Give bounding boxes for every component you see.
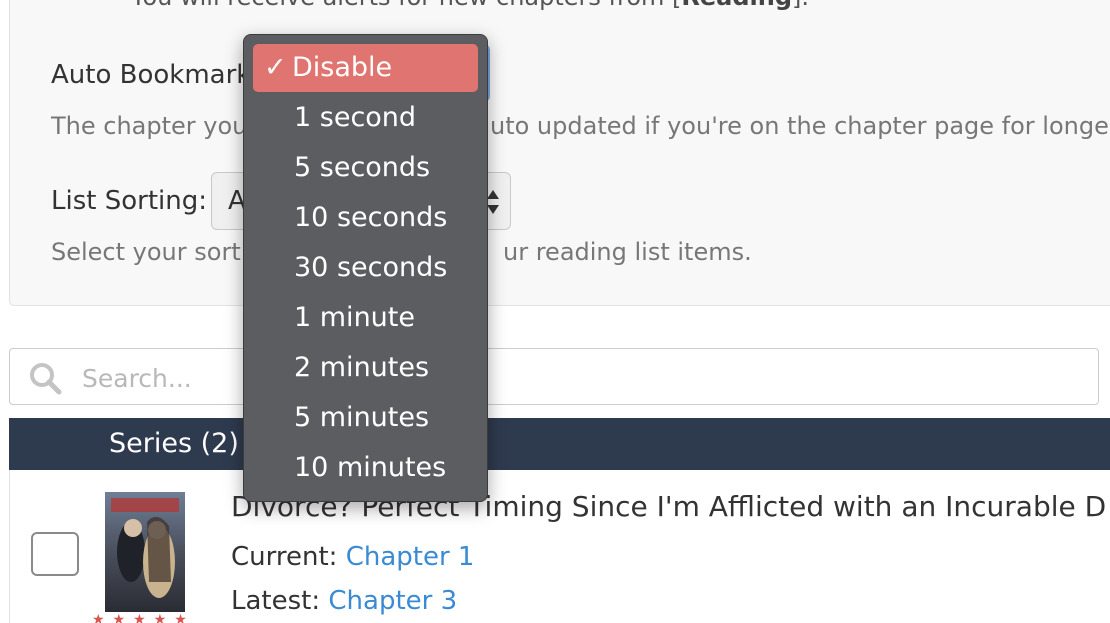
search-box xyxy=(9,348,1099,405)
dropdown-option-10-minutes[interactable]: 10 minutes xyxy=(253,444,478,492)
list-sorting-help-right: ur reading list items. xyxy=(503,238,752,266)
dropdown-option-1-minute[interactable]: 1 minute xyxy=(253,294,478,342)
series-header: Series (2) xyxy=(9,418,1110,470)
list-sorting-label: List Sorting: xyxy=(51,186,207,216)
series-header-label: Series (2) xyxy=(109,428,239,459)
current-chapter-link[interactable]: Chapter 1 xyxy=(346,542,475,572)
auto-bookmark-label: Auto Bookmark xyxy=(51,60,252,90)
alert-text: You will receive alerts for new chapters… xyxy=(131,0,809,11)
rating-stars: ★★★★★ xyxy=(92,612,195,623)
dropdown-option-5-seconds[interactable]: 5 seconds xyxy=(253,144,478,192)
select-arrows-icon xyxy=(487,190,499,214)
checkmark-icon: ✓ xyxy=(264,52,287,83)
latest-chapter-link[interactable]: Chapter 3 xyxy=(328,586,457,616)
auto-bookmark-help-right: uto updated if you're on the chapter pag… xyxy=(490,112,1110,140)
current-label: Current: xyxy=(231,542,338,572)
series-cover-image[interactable] xyxy=(105,492,185,612)
dropdown-option-1-second[interactable]: 1 second xyxy=(253,94,478,142)
dropdown-option-disable[interactable]: ✓ Disable xyxy=(253,44,478,92)
dropdown-option-10-seconds[interactable]: 10 seconds xyxy=(253,194,478,242)
reading-list-page: You will receive alerts for new chapters… xyxy=(0,0,1110,623)
series-checkbox[interactable] xyxy=(31,532,79,576)
latest-label: Latest: xyxy=(231,586,321,616)
auto-bookmark-help-left: The chapter you xyxy=(51,112,248,140)
dropdown-option-30-seconds[interactable]: 30 seconds xyxy=(253,244,478,292)
current-chapter-line: Current: Chapter 1 xyxy=(231,542,474,572)
latest-chapter-line: Latest: Chapter 3 xyxy=(231,586,457,616)
dropdown-option-5-minutes[interactable]: 5 minutes xyxy=(253,394,478,442)
search-icon xyxy=(30,363,62,395)
list-item: ★★★★★ Divorce? Perfect Timing Since I'm … xyxy=(9,470,1110,623)
auto-bookmark-dropdown-menu: ✓ Disable 1 second 5 seconds 10 seconds 3… xyxy=(243,34,488,502)
list-sorting-help-left: Select your sorti xyxy=(51,238,248,266)
dropdown-option-2-minutes[interactable]: 2 minutes xyxy=(253,344,478,392)
